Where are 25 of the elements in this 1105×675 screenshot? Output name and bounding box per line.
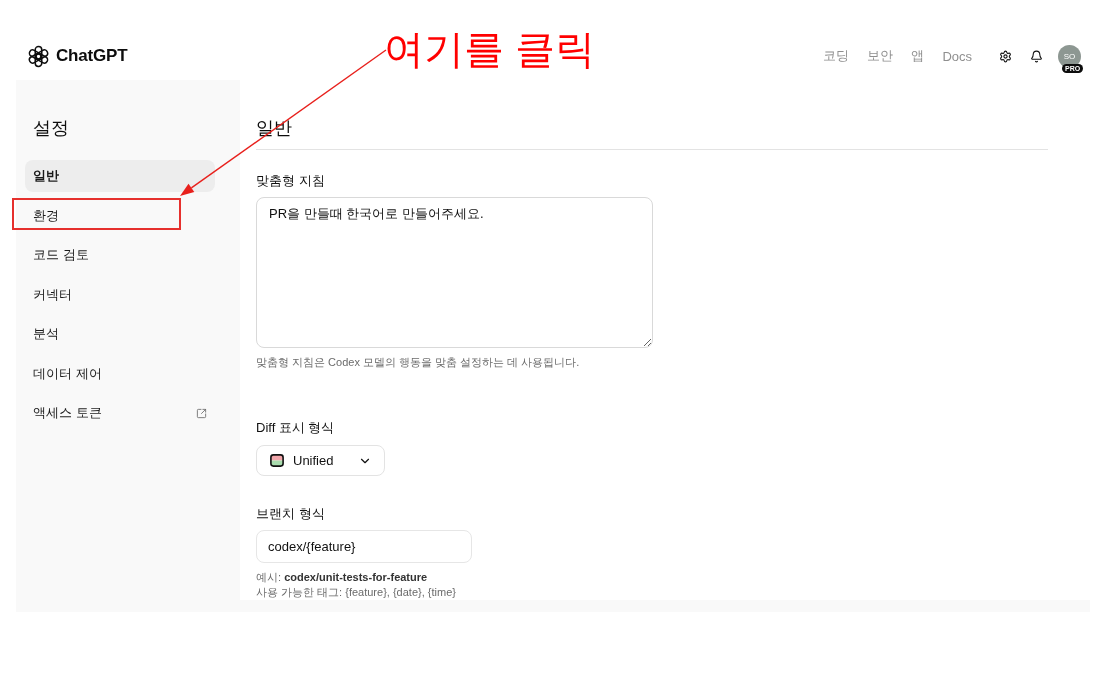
branch-format-field[interactable]: codex/{feature} bbox=[256, 530, 472, 563]
annotation-text: 여기를 클릭 bbox=[384, 27, 596, 71]
diff-format-dropdown[interactable]: Unified bbox=[256, 445, 385, 476]
settings-icon bbox=[998, 49, 1012, 63]
help-text: 예시: codex/unit-tests-for-feature bbox=[256, 570, 429, 585]
sidebar-item[interactable]: 데이터 제어 bbox=[25, 357, 215, 390]
sidebar-item[interactable]: 분석 bbox=[25, 318, 215, 350]
sidebar-item[interactable]: 코드 검토 bbox=[25, 239, 215, 271]
sidebar-item[interactable]: 일반 bbox=[25, 160, 215, 192]
field-label: 브랜치 형식 bbox=[256, 505, 326, 523]
help-text: 사용 가능한 태그: {feature}, {date}, {time} bbox=[256, 585, 457, 600]
split-swatch-icon bbox=[270, 454, 284, 467]
field-label: Diff 표시 형식 bbox=[256, 419, 336, 437]
brand-name: ChatGPT bbox=[56, 46, 128, 66]
sidebar-title: 설정 bbox=[32, 117, 70, 140]
sidebar-item[interactable]: 환경 bbox=[25, 199, 215, 232]
instructions-field[interactable]: PR을 만들때 한국어로 만들어주세요. bbox=[256, 197, 653, 348]
help-text: 맞춤형 지침은 Codex 모델의 행동을 맞춤 설정하는 데 사용됩니다. bbox=[256, 355, 581, 370]
logo-icon bbox=[27, 44, 50, 68]
notifications-button[interactable] bbox=[1029, 49, 1043, 63]
bell-icon bbox=[1029, 49, 1043, 63]
field-label: 맞춤형 지침 bbox=[256, 172, 326, 190]
settings-button[interactable] bbox=[998, 49, 1012, 63]
sidebar-item[interactable]: 커넥터 bbox=[25, 278, 215, 311]
sidebar-item[interactable]: 액세스 토큰 bbox=[25, 397, 215, 429]
